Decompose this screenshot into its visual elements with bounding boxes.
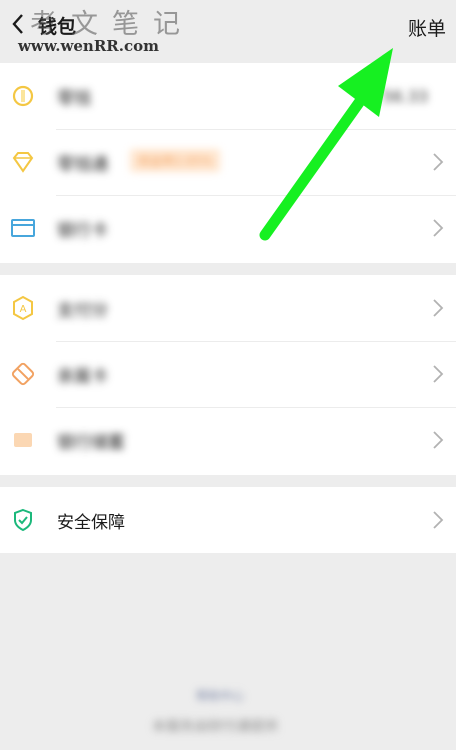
balance-value: 56.33 <box>382 86 428 106</box>
yield-badge: 收益率2.05% <box>130 149 221 172</box>
bank-card-label: 银行卡 <box>57 220 108 241</box>
svg-text:A: A <box>20 304 27 315</box>
bank-savings-label: 银行储蓄 <box>57 432 125 453</box>
wallet-group-1: 零钱 56.33 零钱通 收益率2.05% 银行卡 <box>0 63 456 263</box>
wallet-group-2: A 支付分 亲属卡 银行储蓄 <box>0 275 456 475</box>
pay-score-label: 支付分 <box>57 300 108 321</box>
family-card-row[interactable]: 亲属卡 <box>0 341 456 407</box>
coin-icon <box>10 83 36 109</box>
change-plus-label: 零钱通 <box>57 154 108 175</box>
score-icon: A <box>10 295 36 321</box>
bank-card-row[interactable]: 银行卡 <box>0 195 456 261</box>
chevron-left-icon <box>12 14 23 34</box>
pay-score-row[interactable]: A 支付分 <box>0 275 456 341</box>
shield-check-icon <box>10 507 36 533</box>
chevron-right-icon <box>433 431 444 449</box>
diamond-icon <box>10 149 36 175</box>
navigation-bar: 钱包 账单 <box>0 0 456 62</box>
card-icon <box>10 215 36 241</box>
bill-button[interactable]: 账单 <box>408 14 446 41</box>
service-provider-note: 本服务由财付通提供 <box>152 719 278 735</box>
family-card-label: 亲属卡 <box>57 366 108 387</box>
help-center-link[interactable]: 帮助中心 <box>196 687 244 704</box>
wallet-group-3: 安全保障 <box>0 487 456 553</box>
chevron-right-icon <box>433 219 444 237</box>
chevron-right-icon <box>433 153 444 171</box>
ticket-icon <box>10 361 36 387</box>
chevron-right-icon <box>433 299 444 317</box>
chevron-right-icon <box>433 511 444 529</box>
bank-icon <box>10 427 36 453</box>
chevron-right-icon <box>433 365 444 383</box>
change-row[interactable]: 零钱 56.33 <box>0 63 456 129</box>
bank-savings-row[interactable]: 银行储蓄 <box>0 407 456 473</box>
change-plus-row[interactable]: 零钱通 收益率2.05% <box>0 129 456 195</box>
change-label: 零钱 <box>57 88 91 109</box>
page-title: 钱包 <box>38 16 77 38</box>
security-row[interactable]: 安全保障 <box>0 487 456 553</box>
back-button[interactable] <box>4 9 32 39</box>
security-label: 安全保障 <box>57 512 125 533</box>
